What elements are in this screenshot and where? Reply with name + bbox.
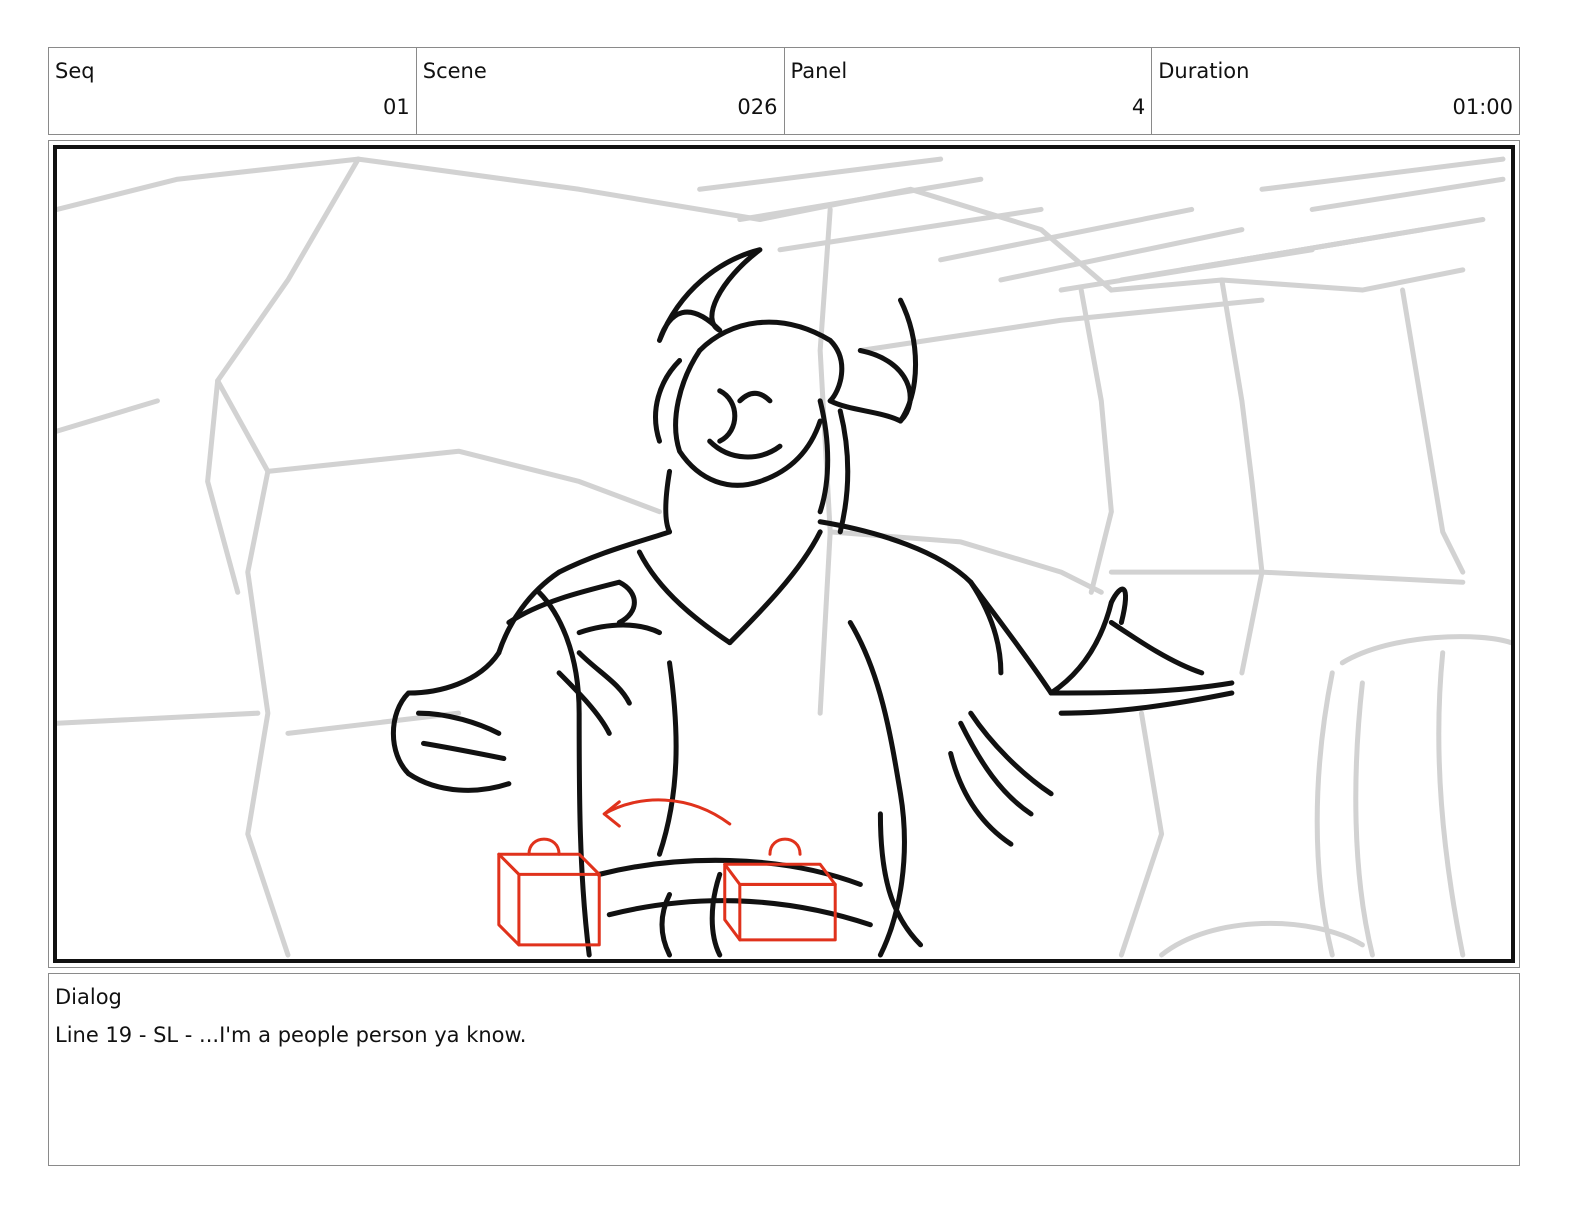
- dialog-text: Line 19 - SL - ...I'm a people person ya…: [55, 1023, 527, 1047]
- panel-cell: Panel 4: [785, 48, 1153, 134]
- dialog-box: Dialog Line 19 - SL - ...I'm a people pe…: [48, 973, 1520, 1166]
- seq-label: Seq: [55, 59, 95, 83]
- storyboard-panel-image: [53, 145, 1515, 963]
- seq-cell: Seq 01: [49, 48, 417, 134]
- storyboard-sketch: [57, 156, 1511, 958]
- storyboard-header: Seq 01 Scene 026 Panel 4 Duration 01:00: [48, 47, 1520, 135]
- duration-cell: Duration 01:00: [1152, 48, 1519, 134]
- character-sketch: [390, 247, 1235, 958]
- duration-label: Duration: [1158, 59, 1250, 83]
- dialog-label: Dialog: [55, 985, 122, 1009]
- panel-value: 4: [1131, 95, 1146, 119]
- scene-cell: Scene 026: [417, 48, 785, 134]
- storyboard-panel-frame: [48, 140, 1520, 968]
- scene-value: 026: [737, 95, 778, 119]
- duration-value: 01:00: [1452, 95, 1513, 119]
- panel-label: Panel: [790, 59, 848, 83]
- scene-label: Scene: [422, 59, 487, 83]
- seq-value: 01: [383, 95, 410, 119]
- background-sketch: [57, 156, 1511, 958]
